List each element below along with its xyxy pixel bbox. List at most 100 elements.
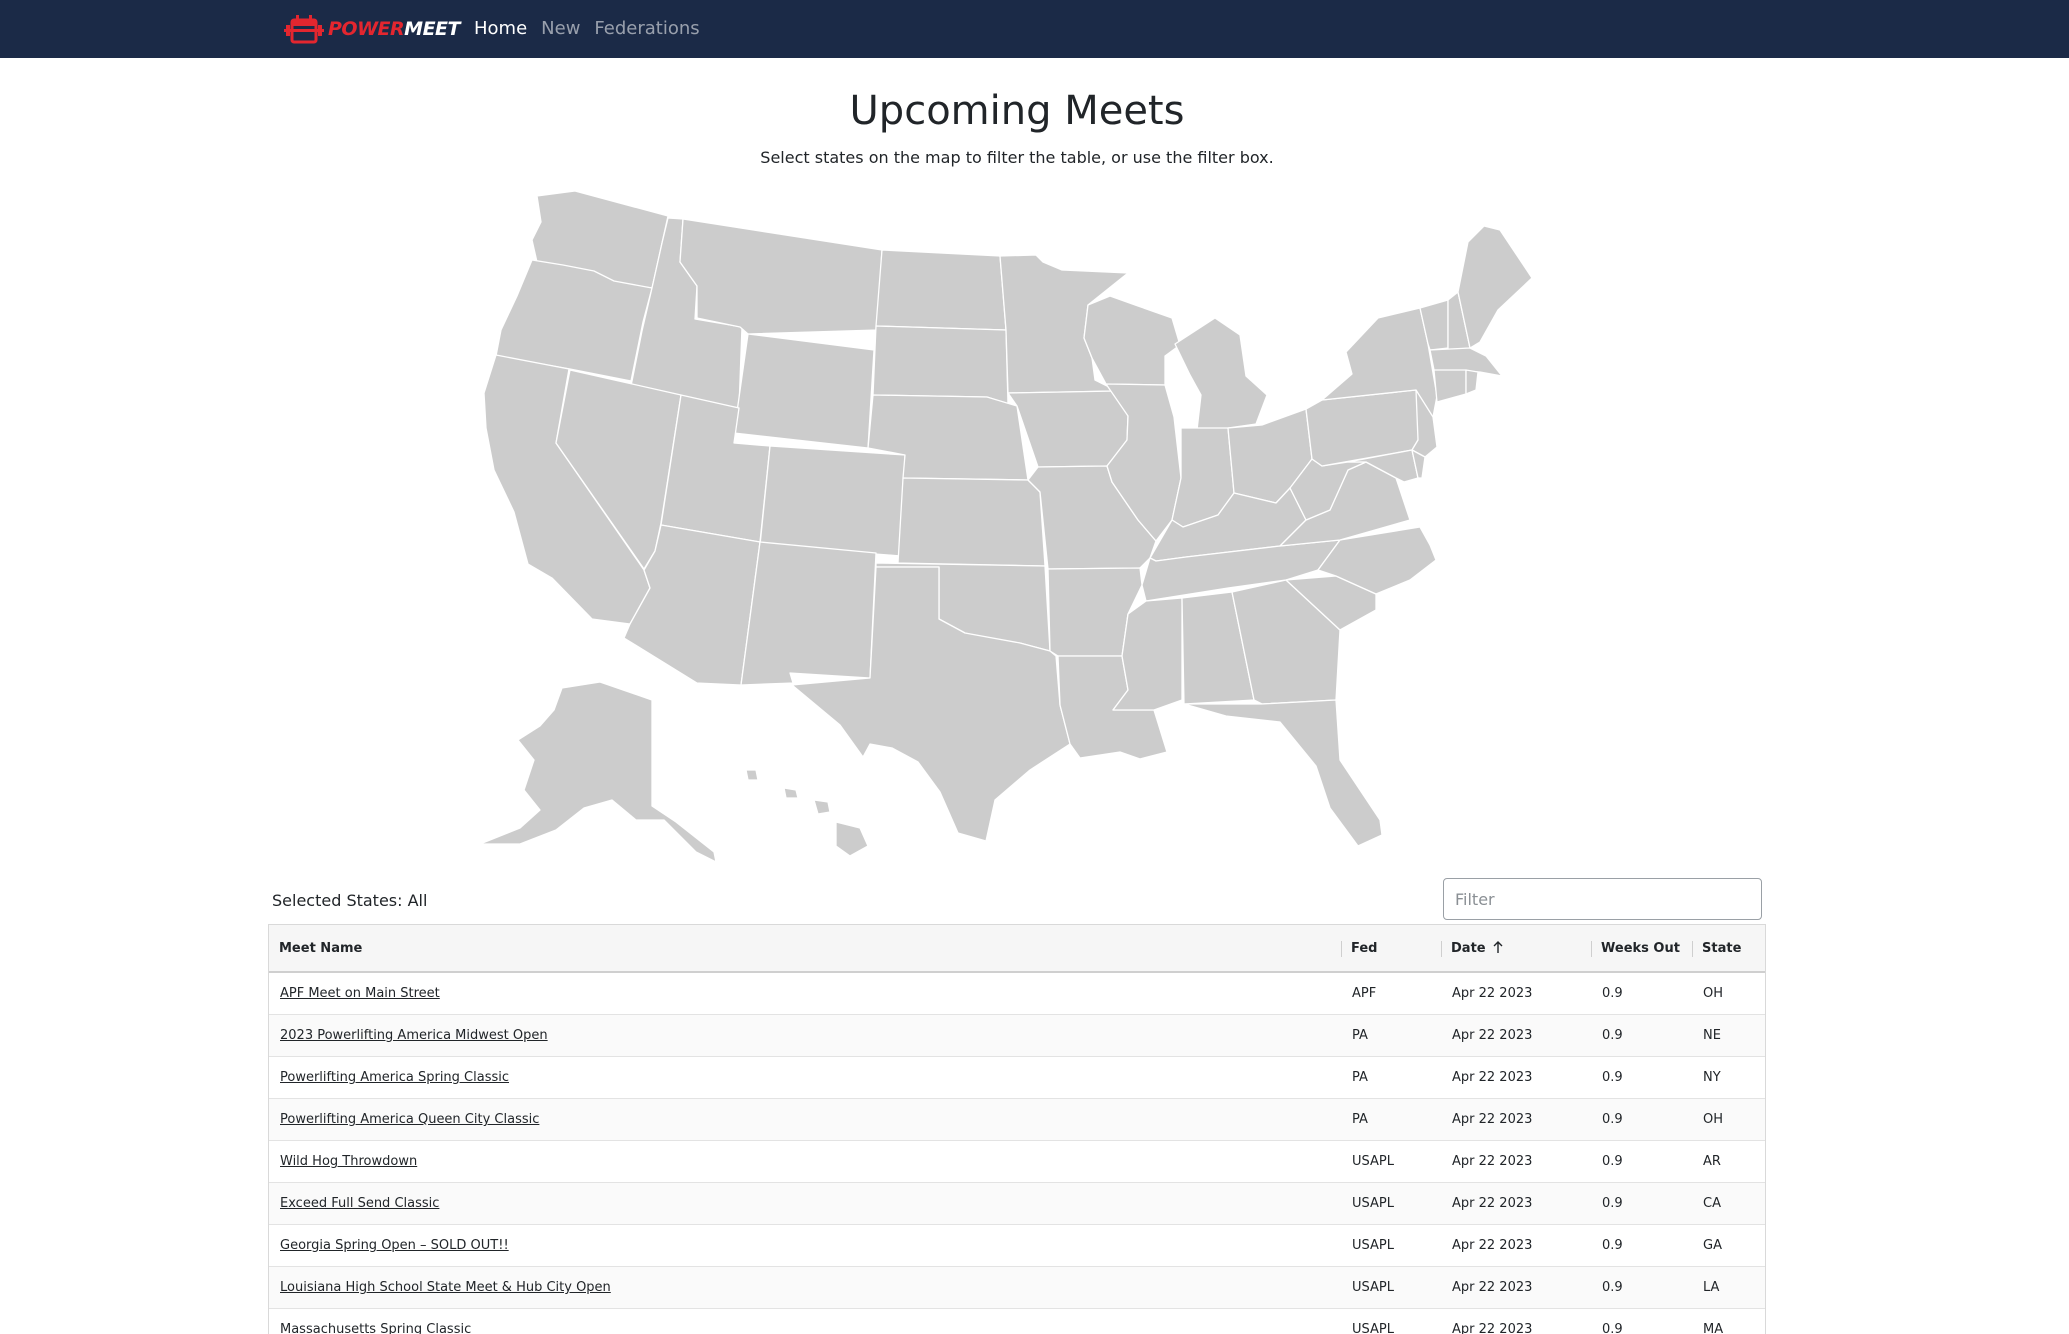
brand-logo[interactable]: POWERMEET xyxy=(284,10,460,48)
cell-date: Apr 22 2023 xyxy=(1452,1028,1533,1043)
table-row[interactable]: Exceed Full Send Classic USAPL Apr 22 20… xyxy=(269,1183,1765,1225)
cell-weeks-out: 0.9 xyxy=(1602,1322,1623,1334)
cell-meet-name: Georgia Spring Open – SOLD OUT!! xyxy=(269,1225,509,1267)
state-ks[interactable] xyxy=(897,477,1046,567)
cell-state: NE xyxy=(1703,1028,1721,1043)
cell-state: GA xyxy=(1703,1238,1722,1253)
cell-meet-name: APF Meet on Main Street xyxy=(269,973,440,1015)
navbar: POWERMEET Home New Federations xyxy=(0,0,2069,58)
table-row[interactable]: Wild Hog Throwdown USAPL Apr 22 2023 0.9… xyxy=(269,1141,1765,1183)
state-mt[interactable] xyxy=(679,218,883,335)
cell-meet-name: Powerlifting America Queen City Classic xyxy=(269,1099,539,1141)
table-body: APF Meet on Main Street APF Apr 22 2023 … xyxy=(269,973,1765,1334)
cell-meet-name: 2023 Powerlifting America Midwest Open xyxy=(269,1015,548,1057)
meets-table: Meet Name Fed Date Weeks Out State APF M… xyxy=(268,924,1766,1334)
cell-date: Apr 22 2023 xyxy=(1452,1154,1533,1169)
nav-link-federations[interactable]: Federations xyxy=(594,16,699,42)
state-me[interactable] xyxy=(1457,225,1533,349)
state-mi[interactable] xyxy=(1174,317,1268,431)
barbell-calendar-icon xyxy=(284,15,324,44)
nav-link-home[interactable]: Home xyxy=(474,16,527,42)
cell-weeks-out: 0.9 xyxy=(1602,1070,1623,1085)
cell-date: Apr 22 2023 xyxy=(1452,986,1533,1001)
cell-state: NY xyxy=(1703,1070,1721,1085)
cell-weeks-out: 0.9 xyxy=(1602,1196,1623,1211)
column-header-meet-name[interactable]: Meet Name xyxy=(269,925,362,973)
state-hi-maui[interactable] xyxy=(813,799,831,815)
cell-date: Apr 22 2023 xyxy=(1452,1196,1533,1211)
cell-fed: PA xyxy=(1352,1028,1368,1043)
cell-date: Apr 22 2023 xyxy=(1452,1322,1533,1334)
table-row[interactable]: Louisiana High School State Meet & Hub C… xyxy=(269,1267,1765,1309)
state-hi-oahu[interactable] xyxy=(783,787,799,799)
cell-state: AR xyxy=(1703,1154,1721,1169)
page-subtitle: Select states on the map to filter the t… xyxy=(760,148,1274,167)
state-ak[interactable] xyxy=(479,681,717,863)
cell-weeks-out: 0.9 xyxy=(1602,986,1623,1001)
state-co[interactable] xyxy=(759,445,906,557)
table-row[interactable]: Massachusetts Spring Classic USAPL Apr 2… xyxy=(269,1309,1765,1334)
state-ct[interactable] xyxy=(1433,369,1467,403)
state-ri[interactable] xyxy=(1465,369,1479,395)
meet-link[interactable]: Louisiana High School State Meet & Hub C… xyxy=(280,1280,611,1295)
cell-weeks-out: 0.9 xyxy=(1602,1238,1623,1253)
cell-fed: USAPL xyxy=(1352,1196,1394,1211)
filter-input[interactable] xyxy=(1443,878,1762,920)
table-row[interactable]: Georgia Spring Open – SOLD OUT!! USAPL A… xyxy=(269,1225,1765,1267)
cell-fed: PA xyxy=(1352,1112,1368,1127)
meet-link[interactable]: Wild Hog Throwdown xyxy=(280,1154,417,1169)
state-hi-kauai[interactable] xyxy=(745,769,759,781)
state-wi[interactable] xyxy=(1083,295,1181,386)
table-header: Meet Name Fed Date Weeks Out State xyxy=(269,925,1765,973)
cell-fed: USAPL xyxy=(1352,1154,1394,1169)
cell-fed: PA xyxy=(1352,1070,1368,1085)
cell-weeks-out: 0.9 xyxy=(1602,1154,1623,1169)
cell-meet-name: Wild Hog Throwdown xyxy=(269,1141,417,1183)
cell-state: CA xyxy=(1703,1196,1721,1211)
cell-weeks-out: 0.9 xyxy=(1602,1028,1623,1043)
column-header-date-label: Date xyxy=(1451,941,1486,956)
cell-state: MA xyxy=(1703,1322,1724,1334)
cell-date: Apr 22 2023 xyxy=(1452,1238,1533,1253)
table-row[interactable]: Powerlifting America Queen City Classic … xyxy=(269,1099,1765,1141)
meet-link[interactable]: Georgia Spring Open – SOLD OUT!! xyxy=(280,1238,509,1253)
column-header-weeks-out[interactable]: Weeks Out xyxy=(1591,925,1680,973)
meet-link[interactable]: Powerlifting America Queen City Classic xyxy=(280,1112,539,1127)
cell-date: Apr 22 2023 xyxy=(1452,1070,1533,1085)
meet-link[interactable]: Massachusetts Spring Classic xyxy=(280,1322,471,1334)
state-nd[interactable] xyxy=(875,249,1007,331)
column-header-fed[interactable]: Fed xyxy=(1341,925,1377,973)
cell-meet-name: Louisiana High School State Meet & Hub C… xyxy=(269,1267,611,1309)
brand-name: POWERMEET xyxy=(328,18,460,40)
state-wy[interactable] xyxy=(733,333,875,449)
state-sd[interactable] xyxy=(872,325,1009,405)
cell-weeks-out: 0.9 xyxy=(1602,1280,1623,1295)
table-row[interactable]: APF Meet on Main Street APF Apr 22 2023 … xyxy=(269,973,1765,1015)
meet-link[interactable]: Exceed Full Send Classic xyxy=(280,1196,439,1211)
state-fl[interactable] xyxy=(1183,699,1383,847)
cell-state: LA xyxy=(1703,1280,1720,1295)
cell-state: OH xyxy=(1703,986,1724,1001)
cell-fed: APF xyxy=(1352,986,1377,1001)
sort-ascending-icon xyxy=(1493,941,1503,953)
meet-link[interactable]: Powerlifting America Spring Classic xyxy=(280,1070,509,1085)
us-states-map[interactable] xyxy=(470,186,1550,866)
meet-link[interactable]: 2023 Powerlifting America Midwest Open xyxy=(280,1028,548,1043)
column-header-state[interactable]: State xyxy=(1692,925,1741,973)
cell-fed: USAPL xyxy=(1352,1238,1394,1253)
column-header-date[interactable]: Date xyxy=(1441,925,1504,973)
cell-fed: USAPL xyxy=(1352,1322,1394,1334)
meet-link[interactable]: APF Meet on Main Street xyxy=(280,986,440,1001)
page-title: Upcoming Meets xyxy=(849,88,1185,134)
table-row[interactable]: Powerlifting America Spring Classic PA A… xyxy=(269,1057,1765,1099)
table-row[interactable]: 2023 Powerlifting America Midwest Open P… xyxy=(269,1015,1765,1057)
cell-meet-name: Powerlifting America Spring Classic xyxy=(269,1057,509,1099)
nav-link-new[interactable]: New xyxy=(541,16,580,42)
state-hi-big[interactable] xyxy=(835,821,869,857)
cell-meet-name: Exceed Full Send Classic xyxy=(269,1183,439,1225)
state-nm[interactable] xyxy=(740,541,877,686)
state-ia[interactable] xyxy=(1007,390,1129,468)
nav-links: Home New Federations xyxy=(474,16,714,42)
cell-fed: USAPL xyxy=(1352,1280,1394,1295)
brand-power-text: POWER xyxy=(328,18,405,40)
